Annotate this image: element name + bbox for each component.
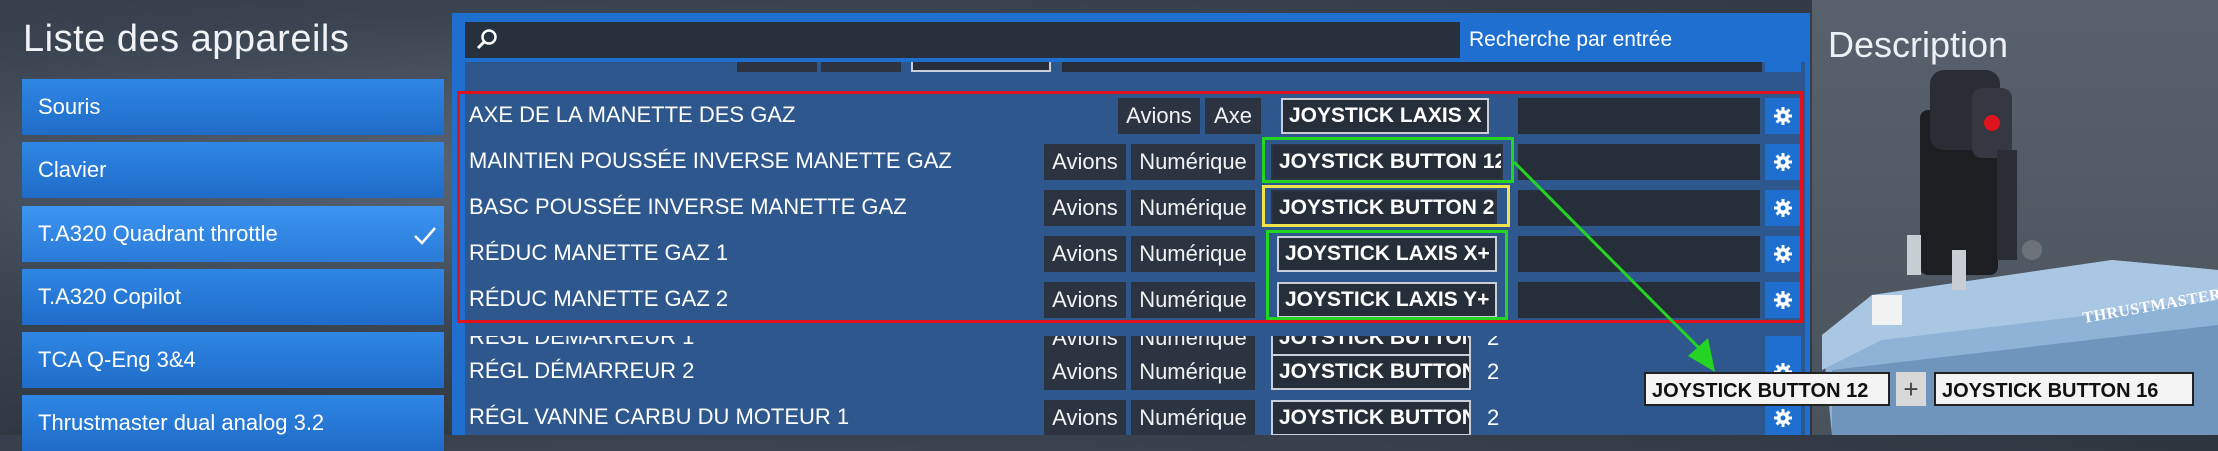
search-mode-dropdown[interactable]: Recherche par entrée [1461, 22, 1806, 58]
type-chip: Numérique [1131, 236, 1255, 272]
gear-icon[interactable] [1765, 144, 1801, 180]
gear-icon[interactable] [1765, 236, 1801, 272]
binding-row[interactable]: MAINTIEN POUSSÉE INVERSE MANETTE GAZ Avi… [465, 138, 1805, 184]
type-chip: Axe [1205, 98, 1261, 134]
binding-row[interactable]: BASC POUSSÉE INVERSE MANETTE GAZ Avions … [465, 184, 1805, 230]
search-icon [475, 28, 499, 52]
key-binding-secondary[interactable] [1518, 282, 1760, 318]
device-item-tca-q-eng[interactable]: TCA Q-Eng 3&4 [22, 332, 444, 388]
key-binding-primary[interactable]: JOYSTICK BUTTON 2 [1271, 190, 1497, 226]
device-item-souris[interactable]: Souris [22, 79, 444, 135]
binding-label: RÉDUC MANETTE GAZ 1 [469, 240, 729, 265]
key-binding-primary[interactable]: JOYSTICK BUTTON [1271, 354, 1471, 390]
binding-count: 2 [1487, 405, 1500, 430]
binding-row[interactable]: AXE DE LA MANETTE DES GAZ Avions Axe JOY… [465, 92, 1805, 138]
device-item-label: T.A320 Quadrant throttle [38, 221, 278, 246]
key-binding-secondary[interactable] [1518, 144, 1760, 180]
key-binding-primary[interactable]: JOYSTICK LAXIS X+ [1277, 236, 1497, 272]
category-chip: Avions [1044, 282, 1126, 318]
binding-label: RÉGL DÉMARREUR 2 [469, 358, 695, 383]
category-chip: Avions [1118, 98, 1200, 134]
type-chip: Numérique [1131, 400, 1255, 435]
device-item-label: TCA Q-Eng 3&4 [38, 347, 196, 372]
key-binding-secondary[interactable] [1518, 236, 1760, 272]
search-input[interactable] [465, 22, 1460, 58]
category-chip: Avions [1044, 144, 1126, 180]
category-chip: Avions [1044, 354, 1126, 390]
combo-plus: + [1896, 372, 1926, 406]
combo-key-second: JOYSTICK BUTTON 16 [1934, 372, 2194, 406]
device-item-label: T.A320 Copilot [38, 284, 182, 309]
binding-label: MAINTIEN POUSSÉE INVERSE MANETTE GAZ [469, 148, 952, 173]
device-item-quadrant-throttle[interactable]: T.A320 Quadrant throttle [22, 206, 444, 262]
partial-row [465, 62, 1805, 74]
category-chip: Avions [1044, 190, 1126, 226]
type-chip: Numérique [1131, 190, 1255, 226]
gear-icon[interactable] [1765, 190, 1801, 226]
combo-key-first: JOYSTICK BUTTON 12 [1644, 372, 1890, 406]
key-binding-secondary[interactable] [1518, 190, 1760, 226]
key-binding-secondary[interactable] [1518, 98, 1760, 134]
binding-row[interactable]: RÉDUC MANETTE GAZ 1 Avions Numérique JOY… [465, 230, 1805, 276]
device-list-panel: Liste des appareils Souris Clavier T.A32… [0, 0, 450, 451]
device-item-label: Souris [38, 94, 101, 119]
key-binding-primary[interactable]: JOYSTICK BUTTON [1271, 400, 1471, 435]
device-item-label: Thrustmaster dual analog 3.2 [38, 410, 325, 435]
key-binding-primary[interactable]: JOYSTICK BUTTON 12 [1271, 144, 1503, 180]
binding-label: AXE DE LA MANETTE DES GAZ [469, 102, 796, 127]
binding-label: RÉGL VANNE CARBU DU MOTEUR 1 [469, 404, 850, 429]
gear-icon[interactable] [1765, 282, 1801, 318]
binding-count: 2 [1487, 359, 1500, 384]
type-chip: Numérique [1131, 144, 1255, 180]
binding-label: BASC POUSSÉE INVERSE MANETTE GAZ [469, 194, 907, 219]
key-binding-primary[interactable]: JOYSTICK LAXIS Y+ [1277, 282, 1497, 318]
device-item-dual-analog[interactable]: Thrustmaster dual analog 3.2 [22, 395, 444, 451]
key-binding-primary[interactable]: JOYSTICK LAXIS X [1281, 98, 1489, 134]
binding-row[interactable]: RÉGL VANNE CARBU DU MOTEUR 1 Avions Numé… [465, 394, 1805, 435]
device-item-label: Clavier [38, 157, 107, 182]
bindings-list: AXE DE LA MANETTE DES GAZ Avions Axe JOY… [465, 62, 1805, 435]
binding-row[interactable]: RÉGL DÉMARREUR 2 Avions Numérique JOYSTI… [465, 348, 1805, 394]
device-item-clavier[interactable]: Clavier [22, 142, 444, 198]
type-chip: Numérique [1131, 282, 1255, 318]
device-item-copilot[interactable]: T.A320 Copilot [22, 269, 444, 325]
type-chip: Numérique [1131, 354, 1255, 390]
gear-icon[interactable] [1765, 98, 1801, 134]
category-chip: Avions [1044, 400, 1126, 435]
category-chip: Avions [1044, 236, 1126, 272]
device-list-title: Liste des appareils [23, 18, 350, 60]
